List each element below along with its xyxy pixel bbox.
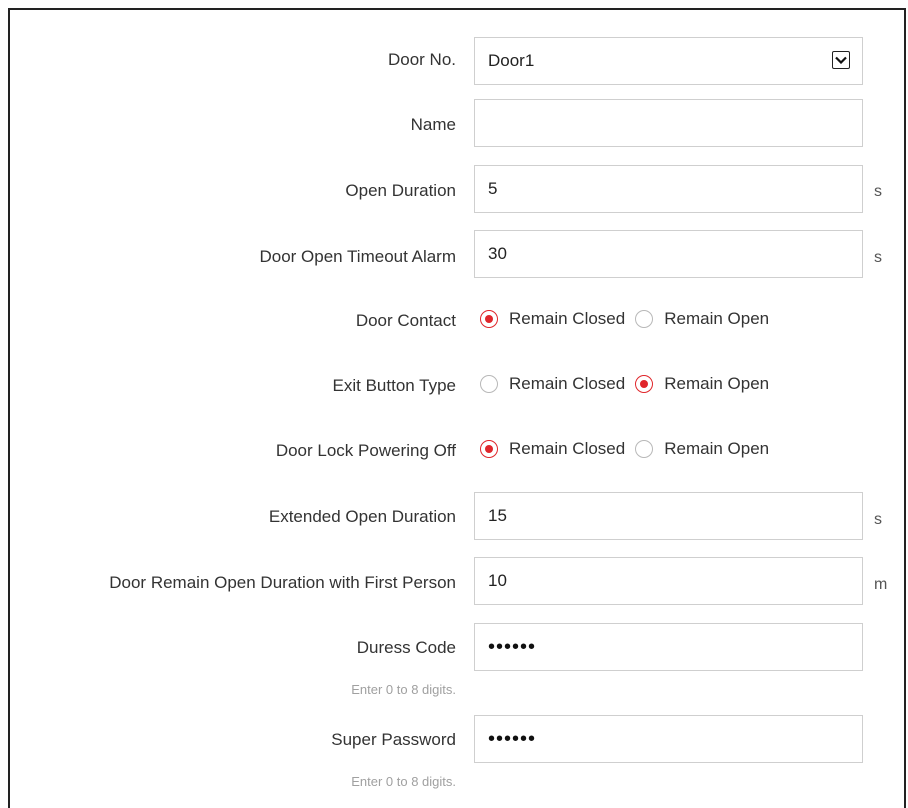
door-no-value: Door1 [488, 51, 535, 70]
door-open-timeout-input[interactable]: 30 [474, 230, 863, 278]
door-lock-remain-closed-label[interactable]: Remain Closed [509, 439, 625, 459]
door-open-timeout-label: Door Open Timeout Alarm [259, 247, 456, 266]
door-contact-radio-group: Remain Closed Remain Open [480, 305, 769, 333]
door-contact-remain-open-radio[interactable] [635, 310, 654, 328]
door-open-timeout-unit: s [874, 249, 882, 266]
super-password-label: Super Password [331, 730, 456, 749]
door-lock-remain-open-label[interactable]: Remain Open [664, 439, 769, 459]
name-input[interactable] [474, 99, 863, 147]
exit-button-remain-closed-radio[interactable] [480, 375, 498, 393]
open-duration-input[interactable]: 5 [474, 165, 863, 213]
door-no-label: Door No. [387, 50, 456, 69]
exit-button-type-label: Exit Button Type [332, 376, 456, 395]
door-lock-remain-closed-radio[interactable] [480, 440, 498, 458]
exit-button-remain-closed-label[interactable]: Remain Closed [509, 374, 625, 394]
duress-code-input[interactable]: •••••• [474, 623, 863, 671]
super-password-input[interactable]: •••••• [474, 715, 863, 763]
first-person-duration-unit: m [874, 576, 888, 593]
exit-button-remain-open-label[interactable]: Remain Open [664, 374, 769, 394]
name-label: Name [410, 115, 456, 134]
duress-code-label: Duress Code [356, 638, 456, 657]
extended-open-duration-input[interactable]: 15 [474, 492, 863, 540]
door-contact-remain-closed-radio[interactable] [480, 310, 498, 328]
door-no-select[interactable]: Door1 [474, 37, 863, 85]
first-person-duration-input[interactable]: 10 [474, 557, 863, 605]
chevron-down-icon[interactable] [832, 51, 850, 69]
open-duration-unit: s [874, 183, 882, 200]
duress-code-value: •••••• [488, 635, 537, 658]
extended-open-duration-unit: s [874, 511, 882, 528]
door-contact-remain-closed-label[interactable]: Remain Closed [509, 309, 625, 329]
door-lock-powering-off-label: Door Lock Powering Off [275, 441, 456, 460]
duress-code-hint: Enter 0 to 8 digits. [351, 682, 456, 697]
first-person-duration-label: Door Remain Open Duration with First Per… [109, 573, 456, 592]
extended-open-duration-label: Extended Open Duration [268, 507, 456, 526]
super-password-hint: Enter 0 to 8 digits. [351, 774, 456, 789]
exit-button-type-radio-group: Remain Closed Remain Open [480, 370, 769, 398]
open-duration-label: Open Duration [345, 181, 456, 200]
door-contact-label: Door Contact [355, 311, 456, 330]
super-password-value: •••••• [488, 727, 537, 750]
door-lock-remain-open-radio[interactable] [635, 440, 654, 458]
door-contact-remain-open-label[interactable]: Remain Open [664, 309, 769, 329]
exit-button-remain-open-radio[interactable] [635, 375, 654, 393]
door-lock-powering-off-radio-group: Remain Closed Remain Open [480, 435, 769, 463]
